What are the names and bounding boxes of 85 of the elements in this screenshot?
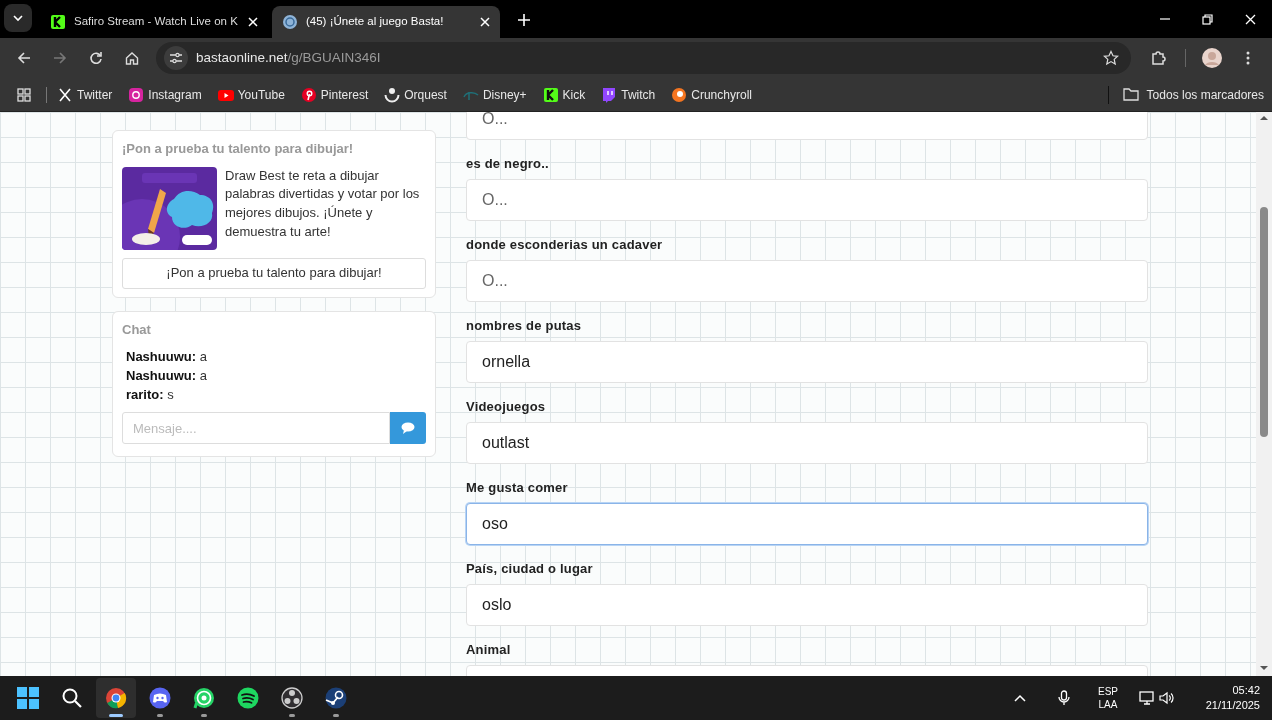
- field-label: nombres de putas: [466, 318, 583, 334]
- answer-field[interactable]: oslo: [466, 584, 1148, 626]
- url-text: bastaonline.net/g/BGUAIN346I: [196, 48, 382, 67]
- chat-message: Nashuuwu: a: [125, 348, 208, 366]
- tune-icon: [169, 52, 183, 64]
- bookmark-link[interactable]: Crunchyroll: [671, 85, 752, 104]
- bookmark-link[interactable]: Instagram: [128, 85, 202, 104]
- address-bar[interactable]: bastaonline.net/g/BGUAIN346I: [156, 42, 1131, 74]
- microphone-icon: [1058, 690, 1070, 706]
- plus-icon: [518, 14, 530, 26]
- star-icon: [1103, 50, 1119, 66]
- bookmark-link[interactable]: Twitter: [57, 85, 113, 104]
- field-label: es de negro..: [466, 156, 550, 172]
- taskbar-app[interactable]: [96, 678, 136, 718]
- bookmark-link[interactable]: YouTube: [217, 85, 285, 104]
- field-label: Animal: [466, 642, 512, 658]
- reload-icon: [89, 51, 103, 65]
- chevron-up-icon: [1014, 694, 1026, 702]
- cross-icon: [57, 86, 73, 103]
- folder-icon: [1122, 88, 1139, 101]
- bookmark-link[interactable]: Orquest: [384, 85, 447, 104]
- bookmark-link[interactable]: Kick: [542, 85, 586, 104]
- windows-icon: [17, 687, 39, 709]
- site-info-button[interactable]: [164, 46, 188, 70]
- arrow-left-icon: [17, 51, 31, 65]
- promo-button[interactable]: ¡Pon a prueba tu talento para dibujar!: [122, 257, 426, 289]
- puzzle-icon: [1151, 50, 1167, 66]
- bookmark-link[interactable]: Disney+: [462, 85, 527, 104]
- arrow-right-icon: [53, 51, 67, 65]
- chevron-down-icon: [12, 14, 24, 22]
- monitor-icon: [1139, 691, 1155, 705]
- chat-message: Nashuuwu: a: [125, 367, 208, 385]
- answer-field[interactable]: outlast: [466, 422, 1148, 464]
- answer-field[interactable]: O...: [466, 112, 1148, 140]
- chat-message: rarito: s: [125, 386, 175, 404]
- sound-waves-icon: [237, 687, 259, 709]
- restore-icon: [1202, 13, 1213, 25]
- answer-field[interactable]: oso: [466, 503, 1148, 545]
- bookmark-star-button[interactable]: [1103, 50, 1119, 66]
- speech-bubble-icon: [601, 86, 618, 103]
- steam-icon: [325, 687, 347, 709]
- field-label: País, ciudad o lugar: [466, 561, 594, 577]
- field-label: Me gusta comer: [466, 480, 569, 496]
- gamepad-icon: [149, 687, 171, 709]
- browser-tab[interactable]: Safiro Stream - Watch Live on K: [40, 6, 268, 38]
- promo-description: Draw Best te reta a dibujar palabras divertidas y votar por los mejores dibujos. ¡Únete y demuestra tu arte!: [225, 166, 421, 242]
- globe-icon: [282, 14, 298, 30]
- pin-icon: [300, 86, 317, 103]
- aperture-icon: [281, 687, 303, 709]
- speech-bubble-icon: [401, 422, 415, 434]
- language-button[interactable]: ESP LAA: [1088, 678, 1128, 718]
- square-icon: [542, 86, 559, 103]
- tab-search-button[interactable]: [4, 4, 32, 32]
- chat-title: Chat: [122, 320, 152, 339]
- scrollbar[interactable]: [1256, 112, 1272, 676]
- menu-icon: [1246, 51, 1250, 65]
- message-input[interactable]: Mensaje....: [122, 412, 390, 444]
- bookmark-link[interactable]: Pinterest: [300, 85, 369, 104]
- all-bookmarks-button[interactable]: Todos los marcadores: [1122, 85, 1264, 104]
- clock-button[interactable]: 05:42 21/11/2025: [1186, 678, 1264, 718]
- speaker-icon: [1159, 691, 1175, 705]
- home-icon: [125, 51, 139, 65]
- tab-title: (45) ¡Únete al juego Basta!: [306, 14, 445, 30]
- close-icon: [480, 17, 490, 27]
- field-label: donde esconderias un cadaver: [466, 237, 664, 253]
- send-button[interactable]: [390, 412, 426, 444]
- camera-icon: [128, 86, 145, 103]
- circle-icon: [671, 86, 688, 103]
- grid-icon: [17, 87, 31, 102]
- bookmark-link[interactable]: Twitch: [601, 85, 656, 104]
- answer-field[interactable]: O...: [466, 179, 1148, 221]
- square-icon: [50, 14, 66, 30]
- browser-icon: [105, 687, 127, 709]
- answer-field[interactable]: O...: [466, 260, 1148, 302]
- field-label: Videojuegos: [466, 399, 547, 415]
- avatar-icon: [1202, 48, 1222, 68]
- close-icon: [248, 17, 258, 27]
- close-tab-button[interactable]: [480, 17, 490, 27]
- tab-title: Safiro Stream - Watch Live on K: [74, 14, 239, 30]
- answer-field[interactable]: ornella: [466, 341, 1148, 383]
- card-heading: ¡Pon a prueba tu talento para dibujar!: [122, 140, 355, 158]
- browser-tab[interactable]: (45) ¡Únete al juego Basta!: [272, 6, 500, 38]
- close-icon: [1245, 13, 1256, 25]
- close-tab-button[interactable]: [248, 17, 258, 27]
- search-icon: [62, 688, 82, 708]
